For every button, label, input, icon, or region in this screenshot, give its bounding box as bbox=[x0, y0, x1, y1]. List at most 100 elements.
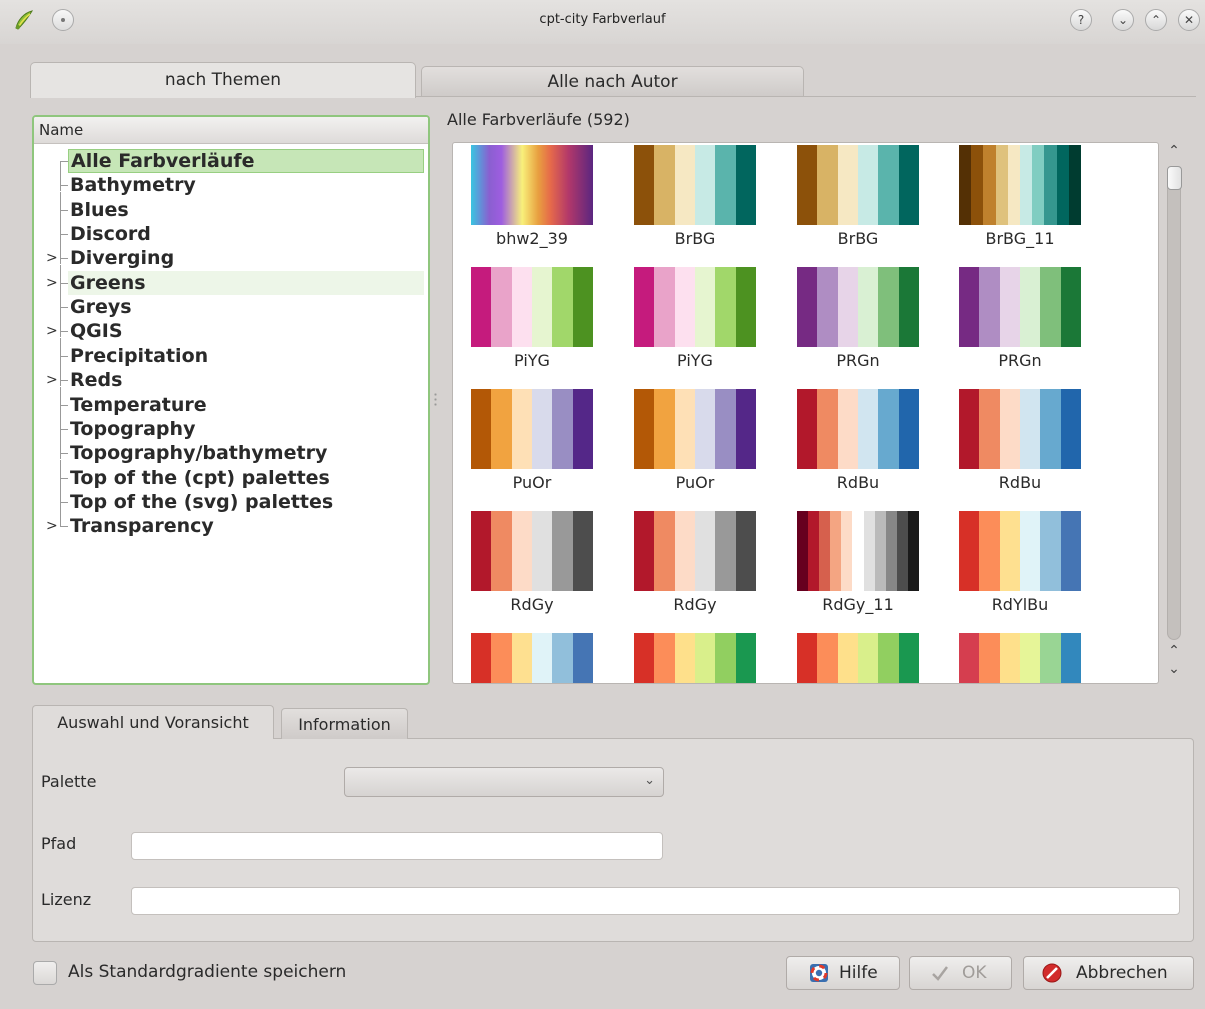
tree-item[interactable]: > Transparency bbox=[34, 508, 428, 538]
gradient-swatch[interactable]: bhw2_39 bbox=[471, 145, 593, 248]
gradient-preview bbox=[471, 145, 593, 225]
color-stop bbox=[735, 633, 756, 683]
save-default-checkbox[interactable] bbox=[33, 961, 57, 985]
expand-arrow-icon[interactable]: > bbox=[46, 271, 58, 295]
gradient-swatch[interactable]: BrBG bbox=[634, 145, 756, 248]
scroll-thumb[interactable] bbox=[1167, 166, 1182, 190]
color-stop bbox=[694, 145, 716, 225]
path-field[interactable] bbox=[131, 832, 663, 860]
minimize-icon[interactable]: ⌄ bbox=[1112, 9, 1134, 31]
gradient-swatch[interactable] bbox=[959, 633, 1081, 683]
help-icon[interactable]: ? bbox=[1070, 9, 1092, 31]
tree-header-name[interactable]: Name bbox=[34, 117, 428, 144]
gradient-swatch[interactable]: RdGy bbox=[471, 511, 593, 614]
gradient-name: PuOr bbox=[675, 473, 715, 492]
color-stop bbox=[837, 267, 858, 347]
gradient-swatch[interactable]: RdYlBu bbox=[959, 511, 1081, 614]
tree-item[interactable]: > Greens bbox=[34, 264, 428, 295]
gradient-scrollbar[interactable]: ⌃ ⌃ ⌄ bbox=[1162, 142, 1186, 684]
tree-item[interactable]: > QGIS bbox=[34, 313, 428, 343]
color-stop bbox=[1020, 145, 1033, 225]
ok-button[interactable]: OK bbox=[909, 956, 1012, 990]
gradient-swatch[interactable]: RdGy bbox=[634, 511, 756, 614]
chevron-down-icon[interactable]: ⌄ bbox=[1166, 662, 1182, 676]
tree-item[interactable]: Greys bbox=[34, 289, 428, 319]
gradient-name: BrBG_11 bbox=[985, 229, 1055, 248]
tree-item[interactable]: Precipitation bbox=[34, 337, 428, 368]
gradient-swatch[interactable] bbox=[797, 633, 919, 683]
expand-arrow-icon[interactable]: > bbox=[46, 319, 58, 343]
help-button[interactable]: Hilfe bbox=[786, 956, 900, 990]
tree-item[interactable]: Top of the (cpt) palettes bbox=[34, 459, 428, 490]
palette-select[interactable]: ⌄ bbox=[344, 767, 664, 797]
color-stop bbox=[837, 389, 858, 469]
gradient-swatch[interactable]: PuOr bbox=[634, 389, 756, 492]
tree-item[interactable]: Blues bbox=[34, 191, 428, 222]
tab-alle-nach-autor[interactable]: Alle nach Autor bbox=[421, 66, 804, 96]
color-stop bbox=[999, 389, 1020, 469]
color-stop bbox=[674, 633, 695, 683]
expand-arrow-icon[interactable]: > bbox=[46, 368, 58, 392]
gradient-swatch[interactable]: RdBu bbox=[959, 389, 1081, 492]
gradient-swatch[interactable]: PRGn bbox=[959, 267, 1081, 370]
close-icon[interactable]: ✕ bbox=[1178, 9, 1200, 31]
license-field[interactable] bbox=[131, 887, 1180, 915]
gradient-name: PRGn bbox=[998, 351, 1042, 370]
color-stop bbox=[797, 633, 818, 683]
gradient-swatch[interactable] bbox=[634, 633, 756, 683]
tree-item[interactable]: > Reds bbox=[34, 362, 428, 392]
tree-item-label: Top of the (cpt) palettes bbox=[70, 466, 330, 489]
tree-guide-line bbox=[60, 282, 68, 284]
splitter-handle[interactable] bbox=[434, 392, 437, 408]
tree-item-label: Transparency bbox=[70, 515, 214, 538]
gradient-grid[interactable]: bhw2_39 BrBG BrBG BrBG_11 PiYG PiYG PRGn PRGn Pu… bbox=[452, 142, 1159, 684]
color-stop bbox=[907, 511, 920, 591]
tree-item[interactable]: Topography bbox=[34, 410, 428, 441]
theme-tree[interactable]: Name Alle Farbverläufe Bathymetry Blues Dis… bbox=[32, 115, 430, 685]
color-stop bbox=[1040, 389, 1061, 469]
tree-item[interactable]: Alle Farbverläufe bbox=[34, 149, 428, 173]
gradient-swatch[interactable]: RdBu bbox=[797, 389, 919, 492]
gradient-swatch[interactable]: PiYG bbox=[471, 267, 593, 370]
gradient-name: RdGy_11 bbox=[822, 595, 894, 614]
tab-nach-themen[interactable]: nach Themen bbox=[30, 62, 416, 98]
gradient-swatch[interactable]: BrBG_11 bbox=[959, 145, 1082, 248]
maximize-icon[interactable]: ⌃ bbox=[1145, 9, 1167, 31]
gradient-name: BrBG bbox=[674, 229, 716, 248]
gradient-swatch[interactable] bbox=[471, 633, 593, 683]
tree-guide-line bbox=[60, 526, 68, 528]
scroll-track[interactable] bbox=[1167, 168, 1181, 640]
chevron-up-icon[interactable]: ⌃ bbox=[1166, 644, 1182, 658]
color-stop bbox=[959, 145, 972, 225]
tree-guide-line bbox=[60, 331, 68, 333]
tree-item-label: Greens bbox=[68, 270, 424, 295]
gradient-swatch[interactable]: RdGy_11 bbox=[797, 511, 920, 614]
expand-arrow-icon[interactable]: > bbox=[46, 514, 58, 538]
color-stop bbox=[995, 145, 1008, 225]
color-stop bbox=[674, 145, 695, 225]
color-stop bbox=[999, 511, 1020, 591]
tree-item-label: Greys bbox=[70, 296, 132, 319]
save-default-label: Als Standardgradiente speichern bbox=[68, 962, 347, 982]
cancel-button[interactable]: Abbrechen bbox=[1023, 956, 1194, 990]
color-stop bbox=[817, 267, 838, 347]
gradient-swatch[interactable]: PuOr bbox=[471, 389, 593, 492]
tree-item[interactable]: Discord bbox=[34, 216, 428, 246]
expand-arrow-icon[interactable]: > bbox=[46, 246, 58, 270]
gradient-swatch[interactable]: BrBG bbox=[797, 145, 919, 248]
tree-guide-line bbox=[60, 289, 61, 314]
tree-item[interactable]: > Diverging bbox=[34, 240, 428, 270]
color-stop bbox=[898, 389, 919, 469]
tree-item[interactable]: Temperature bbox=[34, 386, 428, 417]
tab-auswahl-und-voransicht[interactable]: Auswahl und Voransicht bbox=[32, 705, 274, 739]
tab-information[interactable]: Information bbox=[281, 708, 408, 739]
tree-item[interactable]: Top of the (svg) palettes bbox=[34, 483, 428, 514]
chevron-up-icon[interactable]: ⌃ bbox=[1166, 144, 1182, 158]
color-stop bbox=[491, 389, 512, 469]
tree-guide-line bbox=[60, 477, 68, 479]
tree-item[interactable]: Bathymetry bbox=[34, 167, 428, 197]
tree-item[interactable]: Topography/bathymetry bbox=[34, 435, 428, 465]
gradient-swatch[interactable]: PiYG bbox=[634, 267, 756, 370]
gradient-swatch[interactable]: PRGn bbox=[797, 267, 919, 370]
color-stop bbox=[999, 267, 1020, 347]
